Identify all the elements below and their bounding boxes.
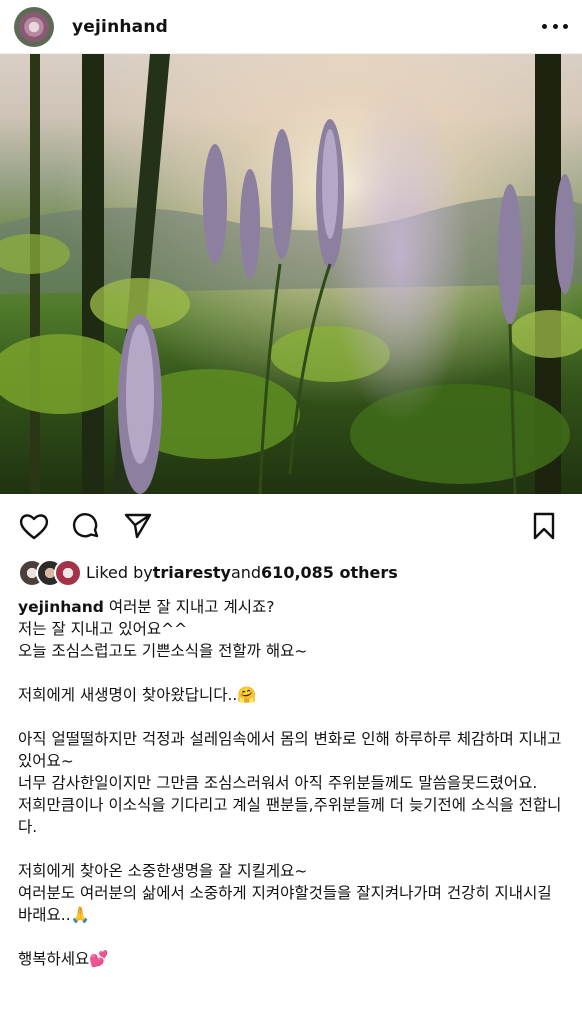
likes-count[interactable]: 610,085 others <box>261 563 398 582</box>
post-header: yejinhand <box>0 0 582 54</box>
bookmark-icon[interactable] <box>528 510 560 542</box>
likes-prefix: Liked by <box>86 562 153 582</box>
caption-line: 저희만큼이나 이소식을 기다리고 계실 팬분들,주위분들께 더 늦기전에 소식을… <box>18 796 562 836</box>
heart-icon[interactable] <box>18 510 50 542</box>
post-actions <box>0 494 582 558</box>
likes-summary[interactable]: Liked by triaresty and 610,085 others <box>0 558 582 587</box>
caption-line: 오늘 조심스럽고도 기쁜소식을 전할까 해요~ <box>18 642 308 660</box>
profile-avatar[interactable] <box>14 6 54 47</box>
flower-photo-illustration <box>0 54 582 494</box>
liker-avatar <box>54 559 82 587</box>
send-icon[interactable] <box>122 510 154 542</box>
post-username[interactable]: yejinhand <box>72 17 168 37</box>
caption-username[interactable]: yejinhand <box>18 598 104 616</box>
caption-line: yejinhand 여러분 잘 지내고 계시죠? <box>18 598 275 616</box>
liked-by-user[interactable]: triaresty <box>153 563 231 582</box>
post-caption: yejinhand 여러분 잘 지내고 계시죠? 저는 잘 지내고 있어요^^ … <box>0 586 582 970</box>
caption-line: 행복하세요💕 <box>18 950 109 968</box>
comment-icon[interactable] <box>70 510 102 542</box>
liker-avatars <box>18 559 84 587</box>
caption-line: 저희에게 찾아온 소중한생명을 잘 지킬게요~ <box>18 862 308 880</box>
post-photo[interactable] <box>0 54 582 494</box>
caption-line: 아직 얼떨떨하지만 걱정과 설레임속에서 몸의 변화로 인해 하루하루 체감하며… <box>18 730 562 770</box>
caption-line: 저희에게 새생명이 찾아왔답니다..🤗 <box>18 686 257 704</box>
likes-and: and <box>230 562 262 582</box>
caption-line: 여러분도 여러분의 삶에서 소중하게 지켜야할것들을 잘지켜나가며 건강히 지내… <box>18 884 557 924</box>
more-options-icon[interactable] <box>542 17 568 37</box>
caption-line: 저는 잘 지내고 있어요^^ <box>18 620 188 638</box>
caption-line: 너무 감사한일이지만 그만큼 조심스러워서 아직 주위분들께도 말씀을못드렸어요… <box>18 774 538 792</box>
